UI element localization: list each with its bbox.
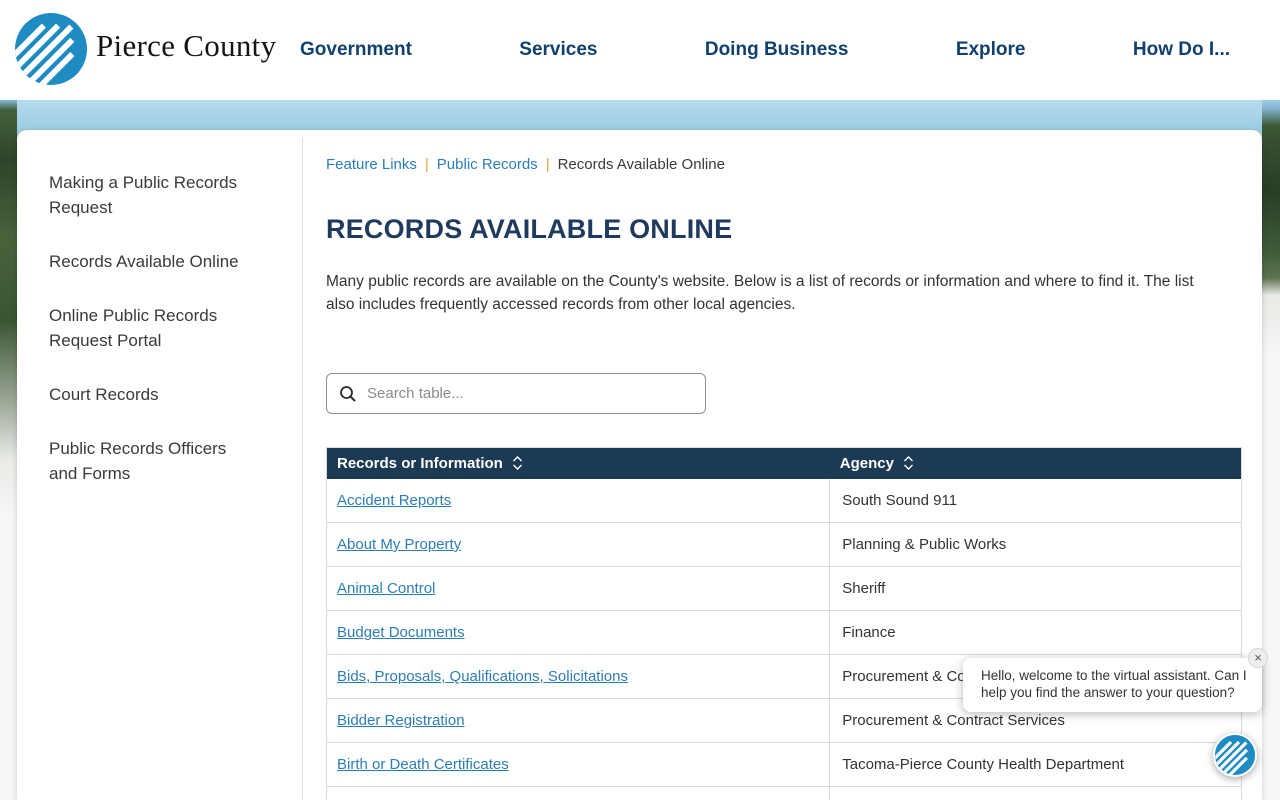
virtual-assistant-button[interactable] [1213,733,1257,777]
close-icon[interactable]: × [1248,648,1268,668]
sidebar-item-records-available-online[interactable]: Records Available Online [49,249,259,274]
column-header-label: Records or Information [337,454,503,472]
nav-item-government[interactable]: Government [300,39,412,61]
search-input[interactable] [367,385,693,402]
sort-icon[interactable] [511,455,524,471]
sidebar-item-making-a-public-records-request[interactable]: Making a Public Records Request [49,170,259,220]
nav-item-explore[interactable]: Explore [956,39,1026,61]
agency-cell: Tacoma-Pierce County Health Department [829,742,1242,787]
nav-item-how-do-i[interactable]: How Do I... [1133,39,1230,61]
breadcrumb-link-public-records[interactable]: Public Records [437,156,538,174]
breadcrumb: Feature Links | Public Records | Records… [326,156,1242,174]
record-link-budget-documents[interactable]: Budget Documents [337,624,465,641]
agency-cell: South Sound 911 [829,478,1242,523]
column-header-records-or-information[interactable]: Records or Information [326,447,830,479]
table-row: Budget Documents Finance [326,610,1242,655]
breadcrumb-current: Records Available Online [557,156,725,173]
table-row: Building Applications/Permits Planning &… [326,786,1242,800]
brand-name[interactable]: Pierce County [96,28,276,64]
sort-icon[interactable] [902,455,915,471]
nav-item-doing-business[interactable]: Doing Business [705,39,849,61]
column-header-agency[interactable]: Agency [829,447,1242,479]
virtual-assistant-message: Hello, welcome to the virtual assistant.… [981,668,1247,700]
pierce-county-logo-icon[interactable] [15,13,87,85]
breadcrumb-separator: | [545,156,550,173]
virtual-assistant-bubble: Hello, welcome to the virtual assistant.… [963,648,1268,712]
table-row: Animal Control Sheriff [326,566,1242,611]
records-table: Records or Information Agency Accident R… [326,447,1242,800]
sidebar-nav: Making a Public Records Request Records … [49,170,279,515]
column-header-label: Agency [839,454,894,472]
record-link-accident-reports[interactable]: Accident Reports [337,492,451,509]
breadcrumb-separator: | [424,156,429,173]
record-link-animal-control[interactable]: Animal Control [337,580,435,597]
hero-trees-right [1262,100,1280,800]
hero-trees-left [0,100,17,800]
top-nav: Government Services Doing Business Explo… [300,0,1230,100]
record-link-birth-or-death-certificates[interactable]: Birth or Death Certificates [337,756,509,773]
search-icon [339,385,357,403]
site-header: Pierce County Government Services Doing … [0,0,1280,100]
record-link-about-my-property[interactable]: About My Property [337,536,461,553]
sidebar-item-public-records-officers-and-forms[interactable]: Public Records Officers and Forms [49,436,259,486]
agency-cell: Sheriff [829,566,1242,611]
table-row: Accident Reports South Sound 911 [326,478,1242,523]
sidebar-item-online-public-records-request-portal[interactable]: Online Public Records Request Portal [49,303,259,353]
page-title: RECORDS AVAILABLE ONLINE [326,214,733,244]
table-search-box[interactable] [326,373,706,414]
table-row: Birth or Death Certificates Tacoma-Pierc… [326,742,1242,787]
table-row: About My Property Planning & Public Work… [326,522,1242,567]
record-link-bids-proposals-qualifications-solicitations[interactable]: Bids, Proposals, Qualifications, Solicit… [337,668,628,685]
nav-item-services[interactable]: Services [519,39,597,61]
breadcrumb-link-feature-links[interactable]: Feature Links [326,156,417,174]
record-link-bidder-registration[interactable]: Bidder Registration [337,712,465,729]
agency-cell: Planning & Public Works [829,522,1242,567]
agency-cell: Finance [829,610,1242,655]
intro-paragraph: Many public records are available on the… [326,273,1194,313]
sidebar-item-court-records[interactable]: Court Records [49,382,259,407]
table-header-row: Records or Information Agency [326,447,1242,479]
sidebar-divider [302,138,303,800]
agency-cell: Planning & Public Works [829,786,1242,800]
